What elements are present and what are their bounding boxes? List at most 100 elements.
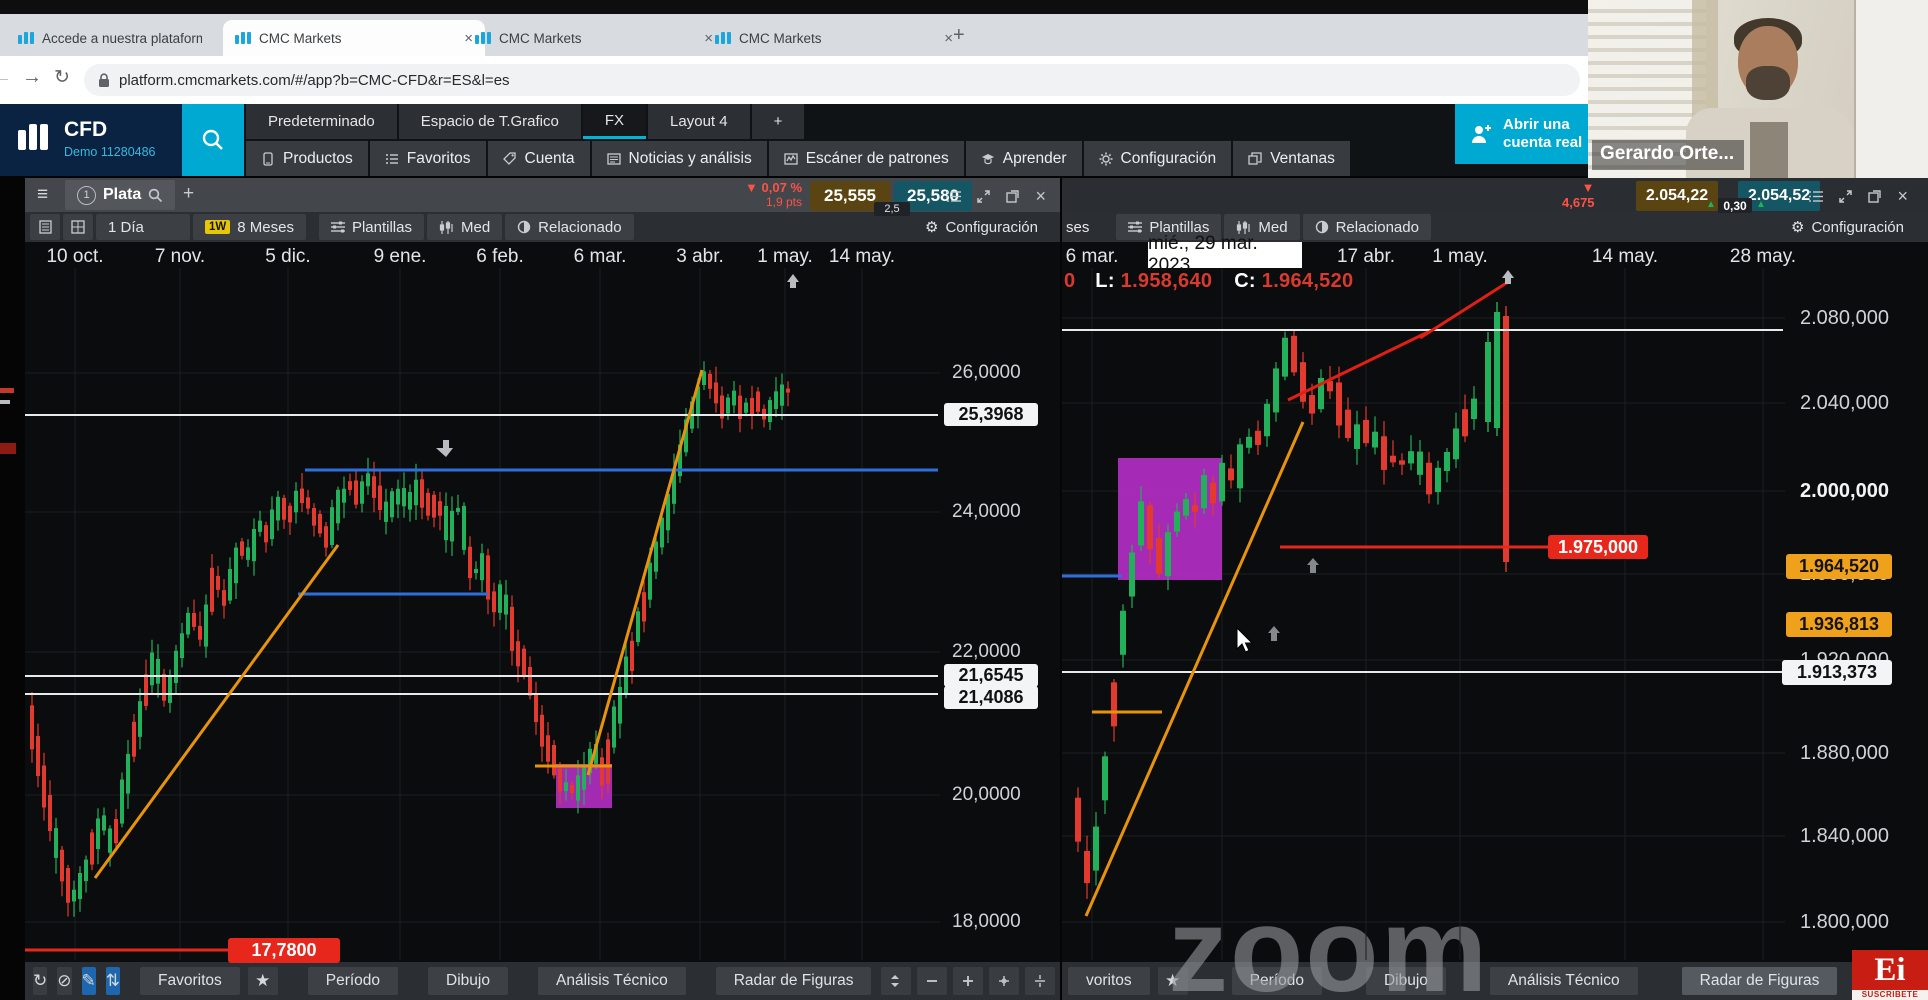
bottom-button-an-lisis-t-cnico[interactable]: Análisis Técnico <box>1489 967 1638 995</box>
close-icon[interactable]: × <box>1897 186 1908 207</box>
expand-icon[interactable] <box>1839 190 1853 203</box>
period-selector[interactable]: 1 Día <box>96 214 190 240</box>
workspace-tab-espacio-de-t-grafico[interactable]: Espacio de T.Grafico <box>398 104 581 139</box>
price-tag: 17,7800 <box>228 938 340 963</box>
instrument-name: Plata <box>103 186 142 203</box>
y-axis-label: 1.800,000 <box>1800 911 1889 933</box>
disable-drawing-icon[interactable]: ⊘ <box>57 967 72 995</box>
split-icon[interactable] <box>1025 967 1056 995</box>
y-axis-label: 2.000,000 <box>1800 480 1889 502</box>
bottom-button-radar-de-figuras[interactable]: Radar de Figuras <box>1681 967 1838 995</box>
updown-arrows-icon[interactable]: ⇅ <box>105 967 120 995</box>
y-axis-label: 2.080,000 <box>1800 307 1889 329</box>
bottom-button-dibujo[interactable]: Dibujo <box>428 967 508 995</box>
y-axis-label: 24,0000 <box>952 501 1021 522</box>
crosshair-date-tooltip: mié., 29 mar. 2023 <box>1148 233 1302 276</box>
price-change: ▼ 4,675 <box>1562 180 1595 210</box>
y-axis-label: 18,0000 <box>952 911 1021 932</box>
browser-tab[interactable]: CMC Markets × <box>463 20 725 56</box>
layout-grid-icon[interactable] <box>63 214 93 240</box>
menu-item-products[interactable]: Productos <box>246 141 368 176</box>
edge-artifact <box>0 400 10 404</box>
expand-icon[interactable] <box>977 190 991 203</box>
price-tag: 1.936,813 <box>1786 612 1892 637</box>
bottom-button-favoritos[interactable]: Favoritos <box>140 967 240 995</box>
browser-tab[interactable]: CMC Markets × <box>703 20 965 56</box>
candlestick-chart-right[interactable] <box>1062 268 1785 960</box>
scanner-icon <box>784 152 798 165</box>
workspace-tabs: Predeterminado Espacio de T.Grafico FX Layo… <box>246 104 805 139</box>
related-button[interactable]: Relacionado <box>1302 214 1431 240</box>
plus-icon[interactable] <box>953 967 984 995</box>
chart-settings-button[interactable]: ⚙ Configuración <box>1779 214 1916 240</box>
menu-label: Cuenta <box>524 149 575 167</box>
minus-icon[interactable] <box>917 967 948 995</box>
x-axis-label: 3 abr. <box>676 246 724 267</box>
close-tab-icon[interactable]: × <box>944 30 953 47</box>
window-menu-icon[interactable]: ≡ <box>37 184 48 206</box>
menu-item-news[interactable]: Noticias y análisis <box>591 141 767 176</box>
range-selector[interactable]: 1W 8 Meses <box>193 214 306 240</box>
updown-icon[interactable] <box>881 967 912 995</box>
menu-item-scanner[interactable]: Escáner de patrones <box>768 141 964 176</box>
chart-marker-flag <box>1502 270 1514 284</box>
y-axis-label: 22,0000 <box>952 641 1021 662</box>
menu-item-settings[interactable]: Configuración <box>1083 141 1232 176</box>
menu-item-account[interactable]: Cuenta <box>487 141 590 176</box>
bottom-button-radar-de-figuras[interactable]: Radar de Figuras <box>715 967 872 995</box>
add-instrument-tab-button[interactable]: + <box>183 183 194 205</box>
menu-label: Escáner de patrones <box>805 149 949 167</box>
news-icon <box>606 152 621 165</box>
candlestick-chart-left[interactable] <box>25 268 940 960</box>
menu-item-windows[interactable]: Ventanas <box>1233 141 1350 176</box>
popout-icon[interactable] <box>1006 190 1020 203</box>
back-icon[interactable]: ← <box>0 66 12 89</box>
favorites-star-icon[interactable]: ★ <box>247 967 278 995</box>
menu-item-learn[interactable]: Aprender <box>965 141 1082 176</box>
order-ticket-icon[interactable] <box>1809 190 1824 203</box>
instrument-tab[interactable]: 1 Plata <box>65 180 176 210</box>
range-label-partial[interactable]: ses <box>1066 219 1089 236</box>
plata-bottom-toolbar: ↻ ⊘ ✎ ⇅ Favoritos ★ Período Dibujo Análisis … <box>25 962 1060 1000</box>
new-tab-button[interactable]: + <box>953 24 965 47</box>
price-tag: 21,6545 <box>944 664 1038 687</box>
popout-icon[interactable] <box>1868 190 1882 203</box>
address-bar[interactable]: platform.cmcmarkets.com/#/app?b=CMC-CFD&… <box>84 64 1580 96</box>
related-button[interactable]: Relacionado <box>505 214 634 240</box>
price-change: ▼ 0,07 % 1,9 pts <box>745 180 802 210</box>
workspace-tab-layout-4[interactable]: Layout 4 <box>648 104 750 139</box>
chart-settings-button[interactable]: ⚙ Configuración <box>913 214 1050 240</box>
workspace-tab-fx[interactable]: FX <box>582 104 647 139</box>
crosshair-icon[interactable] <box>989 967 1020 995</box>
change-arrow: ▼ <box>1581 180 1595 195</box>
indicators-button[interactable]: Med <box>426 214 503 240</box>
templates-button[interactable]: Plantillas <box>318 214 424 240</box>
window-controls: × <box>947 186 1046 207</box>
reset-icon[interactable]: ↻ <box>33 967 48 995</box>
bottom-button-per-odo[interactable]: Período <box>307 967 399 995</box>
menu-item-favorites[interactable]: Favoritos <box>369 141 486 176</box>
settings-icon <box>1099 152 1113 165</box>
reload-icon[interactable]: ↻ <box>54 66 70 89</box>
close-icon[interactable]: × <box>1035 186 1046 207</box>
search-button[interactable] <box>182 104 244 176</box>
forward-icon[interactable]: → <box>22 66 42 89</box>
price-tag: 1.913,373 <box>1782 660 1892 685</box>
chart-type-icon[interactable] <box>30 214 60 240</box>
browser-tab[interactable]: Accede a nuestra plataforma | C× <box>6 20 245 56</box>
workspace-tab-predeterminado[interactable]: Predeterminado <box>246 104 397 139</box>
plata-window-header: ≡ 1 Plata + ▼ 0,07 % 1,9 pts 25,555 25,5… <box>25 178 1060 216</box>
menu-label: Ventanas <box>1270 149 1335 167</box>
new-workspace-button[interactable]: + <box>751 104 805 139</box>
draw-pencil-icon[interactable]: ✎ <box>81 967 96 995</box>
browser-tab[interactable]: CMC Markets × <box>223 20 485 56</box>
order-ticket-icon[interactable] <box>947 190 962 203</box>
menu-label: Productos <box>283 149 353 167</box>
ei-badge: Ei SUSCRIBETE <box>1852 950 1928 1000</box>
change-percent: ▼ 0,07 % <box>745 180 802 195</box>
bottom-button-voritos[interactable]: voritos <box>1068 967 1150 995</box>
presenter-beard <box>1746 66 1790 100</box>
bottom-button-an-lisis-t-cnico[interactable]: Análisis Técnico <box>538 967 686 995</box>
search-icon[interactable] <box>148 188 163 203</box>
price-tag: 21,4086 <box>944 686 1038 709</box>
